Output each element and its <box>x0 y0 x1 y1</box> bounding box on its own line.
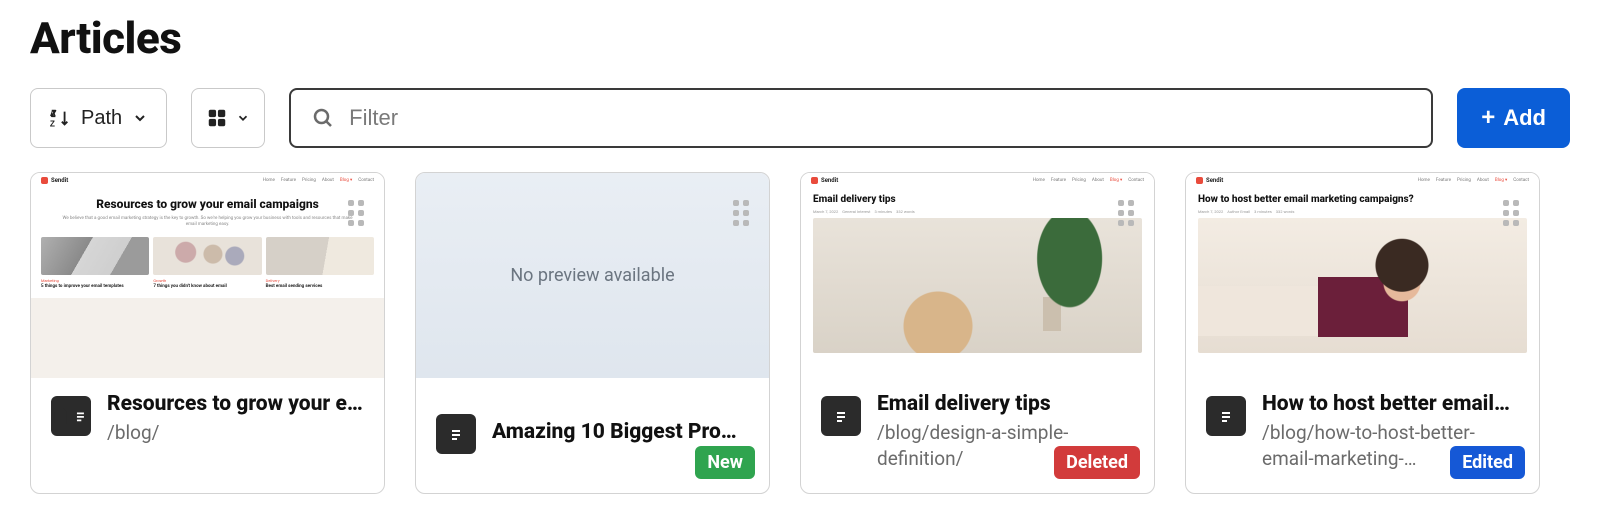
card-meta: Amazing 10 Biggest Pro… New <box>416 378 769 493</box>
card-preview: Sendit Home Feature Pricing About Blog ▾… <box>31 173 384 378</box>
document-icon <box>1206 396 1246 436</box>
plus-icon: + <box>1481 106 1495 130</box>
drag-handle-icon[interactable] <box>727 199 755 227</box>
card-path: /blog/ <box>107 420 364 446</box>
card-meta: How to host better email… /blog/how-to-h… <box>1186 378 1539 493</box>
drag-handle-icon[interactable] <box>342 199 370 227</box>
cards-grid: Sendit Home Feature Pricing About Blog ▾… <box>30 172 1570 494</box>
document-icon <box>436 414 476 454</box>
status-badge: Edited <box>1450 446 1525 479</box>
card-meta: Email delivery tips /blog/design-a-simpl… <box>801 378 1154 493</box>
add-label: Add <box>1503 105 1546 131</box>
article-card[interactable]: Sendit HomeFeaturePricingAboutBlog ▾Cont… <box>1185 172 1540 494</box>
card-title: Amazing 10 Biggest Pro… <box>492 420 749 444</box>
article-card[interactable]: No preview available Amazing 10 Biggest … <box>415 172 770 494</box>
page-title: Articles <box>30 12 1570 64</box>
card-title: How to host better email… <box>1262 392 1519 416</box>
document-icon <box>51 396 91 436</box>
grid-icon <box>206 107 228 129</box>
toolbar: A Z Path + Add <box>30 88 1570 148</box>
article-card[interactable]: Sendit Home Feature Pricing About Blog ▾… <box>30 172 385 494</box>
card-title: Email delivery tips <box>877 392 1134 416</box>
drag-handle-icon[interactable] <box>1497 199 1525 227</box>
chevron-down-icon <box>132 110 148 126</box>
document-icon <box>821 396 861 436</box>
filter-input[interactable] <box>349 105 1411 131</box>
card-preview-none: No preview available <box>416 173 769 378</box>
card-preview: Sendit HomeFeaturePricingAboutBlog ▾Cont… <box>1186 173 1539 378</box>
sort-az-icon: A Z <box>49 107 71 129</box>
search-icon <box>311 106 335 130</box>
filter-search[interactable] <box>289 88 1433 148</box>
card-meta: Resources to grow your e… /blog/ <box>31 378 384 493</box>
svg-text:Z: Z <box>50 119 55 128</box>
status-badge: Deleted <box>1054 446 1140 479</box>
card-title: Resources to grow your e… <box>107 392 364 416</box>
sort-button[interactable]: A Z Path <box>30 88 167 148</box>
card-preview: Sendit HomeFeaturePricingAboutBlog ▾Cont… <box>801 173 1154 378</box>
add-button[interactable]: + Add <box>1457 88 1570 148</box>
sort-label: Path <box>81 107 122 130</box>
view-mode-button[interactable] <box>191 88 265 148</box>
svg-text:A: A <box>50 109 56 118</box>
article-card[interactable]: Sendit HomeFeaturePricingAboutBlog ▾Cont… <box>800 172 1155 494</box>
drag-handle-icon[interactable] <box>1112 199 1140 227</box>
status-badge: New <box>695 446 755 479</box>
chevron-down-icon <box>236 111 250 125</box>
